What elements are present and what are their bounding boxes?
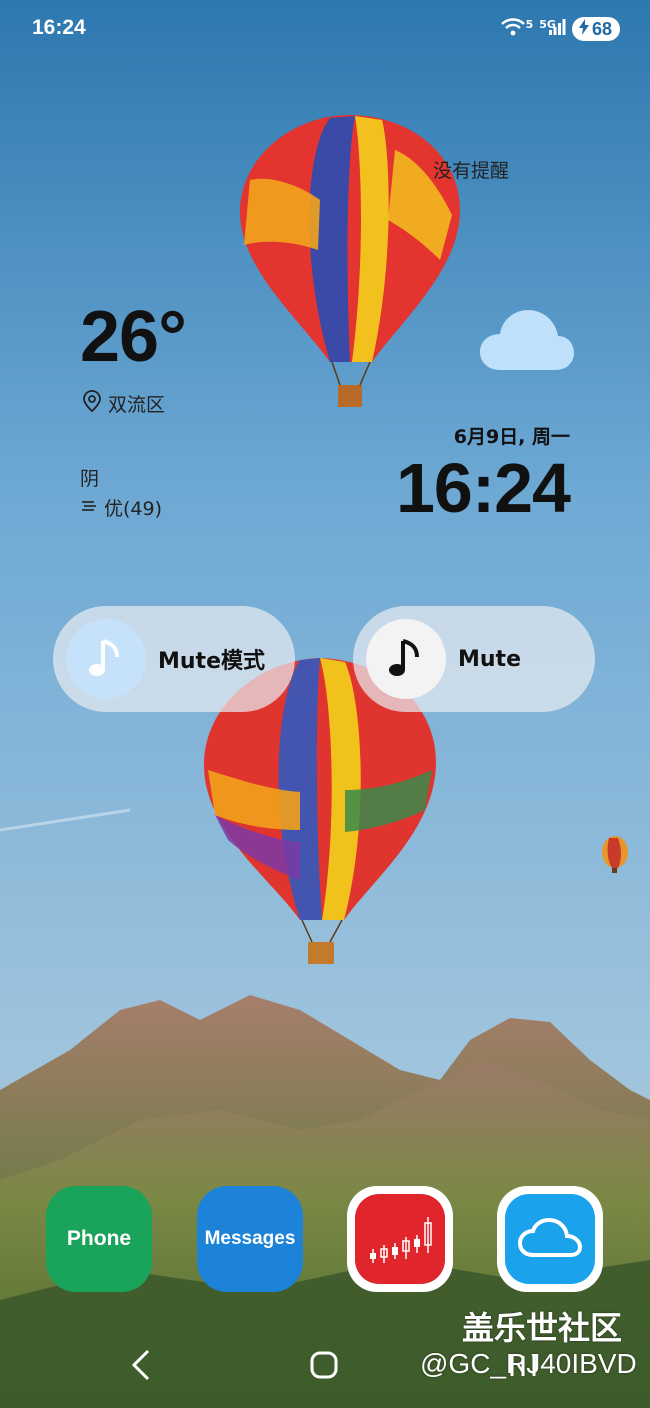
haze-icon xyxy=(80,497,98,519)
charging-icon xyxy=(578,18,590,40)
mute-label: Mute xyxy=(458,646,521,672)
cloud-app[interactable] xyxy=(497,1186,603,1292)
air-quality-label: 优(49) xyxy=(104,498,163,520)
music-note-icon xyxy=(366,619,446,699)
mute-mode-toggle[interactable]: Mute模式 xyxy=(53,606,295,712)
date: 6月9日, 周一 xyxy=(453,426,570,448)
messages-app[interactable]: Messages xyxy=(197,1186,303,1292)
phone-app-label: Phone xyxy=(66,1227,132,1250)
temperature[interactable]: 26° xyxy=(80,296,187,378)
battery-level: 68 xyxy=(591,18,612,39)
reminder-text[interactable]: 没有提醒 xyxy=(433,156,509,183)
back-icon[interactable] xyxy=(128,1348,156,1386)
cloud-icon xyxy=(505,1194,595,1284)
battery-indicator: 68 xyxy=(571,17,620,41)
music-note-icon xyxy=(66,619,146,699)
location: 双流区 xyxy=(82,390,165,417)
status-time: 16:24 xyxy=(32,16,86,39)
stocks-app[interactable] xyxy=(347,1186,453,1292)
wifi-icon xyxy=(500,16,526,42)
messages-app-label: Messages xyxy=(204,1228,296,1249)
location-label: 双流区 xyxy=(108,394,166,416)
signal-icon xyxy=(548,18,566,40)
clock[interactable]: 16:24 xyxy=(396,448,571,528)
cloud-icon xyxy=(478,306,576,376)
watermark-title: 盖乐世社区 xyxy=(462,1309,623,1347)
mute-toggle[interactable]: Mute xyxy=(353,606,595,712)
candlestick-chart-icon xyxy=(355,1194,445,1284)
weather-condition: 阴 xyxy=(80,468,100,490)
phone-app[interactable]: Phone xyxy=(46,1186,152,1292)
status-icons: 5 5G 68 xyxy=(500,16,620,42)
wifi-badge: 5 xyxy=(525,17,534,31)
mute-mode-label: Mute模式 xyxy=(158,649,265,674)
home-icon[interactable] xyxy=(309,1350,339,1384)
recent-apps-icon[interactable] xyxy=(508,1352,538,1384)
location-pin-icon xyxy=(82,390,102,417)
air-quality: 优(49) xyxy=(80,494,162,521)
